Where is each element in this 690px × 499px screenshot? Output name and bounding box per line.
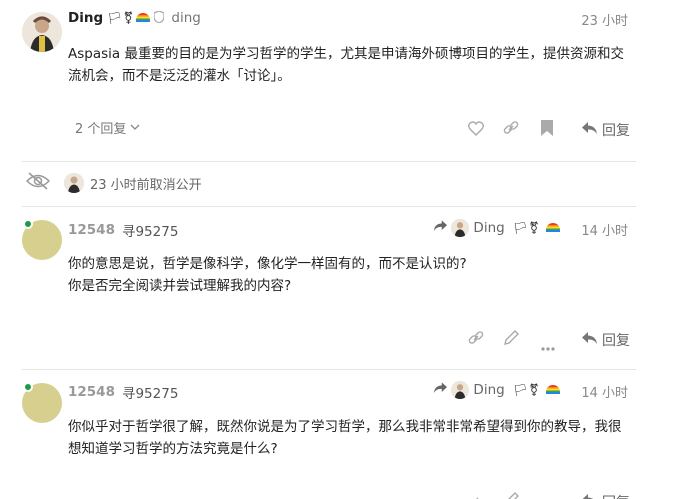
user-handle[interactable]: 寻95275 xyxy=(122,382,178,402)
reply-button[interactable]: 回复 xyxy=(582,120,630,140)
small-action-text: 23 小时前取消公开 xyxy=(90,177,202,193)
post-time[interactable]: 14 小时 xyxy=(581,220,628,239)
reply-to-tab[interactable]: Ding 🏳⚧ xyxy=(433,219,560,237)
avatar[interactable] xyxy=(64,173,84,193)
post-body: Aspasia 最重要的目的是为学习哲学的学生，尤其是申请海外硕博项目的学生，提… xyxy=(68,46,624,84)
small-action-unlisted: 23 小时前取消公开 xyxy=(25,172,202,194)
user-handle[interactable]: 寻95275 xyxy=(122,220,178,240)
online-indicator xyxy=(23,382,33,392)
user-flair: 🏳⚧ xyxy=(512,221,540,235)
link-icon[interactable] xyxy=(468,493,484,499)
eye-off-icon xyxy=(25,172,51,194)
pencil-icon[interactable] xyxy=(504,492,519,499)
post-actions: 2 个回复 回复 xyxy=(0,118,640,144)
rainbow-flag-icon xyxy=(136,13,151,23)
reply-to-name: Ding xyxy=(473,382,505,398)
post-body: 你似乎对于哲学很了解，既然你说是为了学习哲学，那么我非常非常希望得到你的教导，我… xyxy=(68,419,622,457)
user-handle[interactable]: ding xyxy=(171,10,200,26)
post-actions: 回复 xyxy=(0,328,640,354)
reply-button[interactable]: 回复 xyxy=(582,492,630,499)
divider xyxy=(22,161,636,162)
post-actions: 回复 xyxy=(0,490,640,499)
avatar xyxy=(451,381,470,399)
post-body-line: 你是否完全阅读并尝试理解我的内容? xyxy=(68,278,292,294)
reply-icon xyxy=(433,382,448,398)
reply-to-tab[interactable]: Ding 🏳⚧ xyxy=(433,381,560,399)
replies-count: 2 个回复 xyxy=(75,122,127,137)
divider xyxy=(22,369,636,370)
post-meta: Ding 🏳⚧ ding xyxy=(68,9,201,26)
reply-label: 回复 xyxy=(602,333,630,349)
rainbow-flag-icon xyxy=(546,223,560,233)
post-meta: 12548 寻95275 xyxy=(68,220,178,240)
username[interactable]: Ding xyxy=(68,10,103,26)
post-time[interactable]: 23 小时 xyxy=(581,10,628,29)
post-body-line: 你的意思是说，哲学是像科学，像化学一样固有的，而不是认识的? xyxy=(68,256,467,272)
avatar-image xyxy=(22,12,62,52)
post-body: 你的意思是说，哲学是像科学，像化学一样固有的，而不是认识的? 你是否完全阅读并尝… xyxy=(68,253,633,297)
chevron-down-icon xyxy=(130,120,140,135)
reply-icon xyxy=(433,220,448,236)
reply-label: 回复 xyxy=(602,123,630,139)
reply-to-name: Ding xyxy=(473,220,505,236)
replies-toggle[interactable]: 2 个回复 xyxy=(75,118,140,137)
online-indicator xyxy=(23,219,33,229)
bookmark-icon[interactable] xyxy=(541,120,553,140)
username[interactable]: 12548 xyxy=(68,384,115,400)
reply-icon xyxy=(582,121,598,139)
reply-label: 回复 xyxy=(602,492,630,499)
shield-icon xyxy=(153,9,166,26)
link-icon[interactable] xyxy=(468,331,484,349)
pencil-icon[interactable] xyxy=(504,330,519,349)
username[interactable]: 12548 xyxy=(68,222,115,238)
post-time[interactable]: 14 小时 xyxy=(581,382,628,401)
user-flair: 🏳⚧ xyxy=(512,383,540,397)
heart-icon[interactable] xyxy=(468,121,484,140)
avatar xyxy=(451,219,470,237)
avatar[interactable] xyxy=(22,12,62,52)
link-icon[interactable] xyxy=(503,121,519,139)
reply-button[interactable]: 回复 xyxy=(582,330,630,350)
post-meta: 12548 寻95275 xyxy=(68,382,178,402)
divider xyxy=(22,206,636,207)
reply-icon xyxy=(582,493,598,499)
user-flair: 🏳⚧ xyxy=(107,11,135,25)
reply-icon xyxy=(582,331,598,349)
rainbow-flag-icon xyxy=(546,385,560,395)
more-icon[interactable] xyxy=(541,337,555,355)
